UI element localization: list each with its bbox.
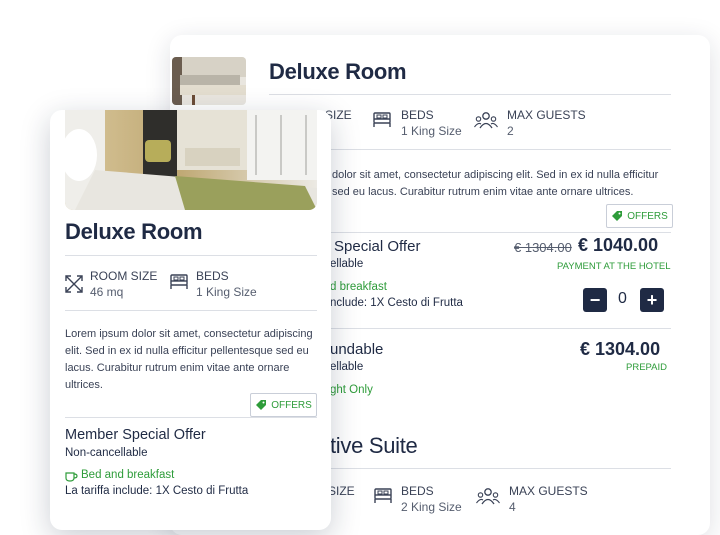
- beds-value: 1 King Size: [196, 285, 257, 299]
- payment-note: PREPAID: [626, 362, 668, 373]
- room-photo: [65, 110, 317, 210]
- room-title: Deluxe Room: [269, 59, 407, 84]
- room-title: tive Suite: [330, 433, 418, 458]
- bed-icon: [373, 487, 393, 505]
- coffee-cup-icon: [65, 470, 78, 482]
- room-size-value: 46 mq: [90, 285, 124, 299]
- offer-meal: Bed and breakfast: [81, 469, 175, 481]
- max-guests-label: MAX GUESTS: [509, 484, 588, 498]
- divider: [65, 310, 317, 311]
- room-photo: [172, 57, 246, 105]
- room-description: Lorem ipsum dolor sit amet, consectetur …: [65, 328, 313, 391]
- offer-policy: Non-cancellable: [65, 447, 148, 459]
- bed-icon: [372, 111, 392, 129]
- max-guests-value: 4: [509, 500, 516, 514]
- offer-includes: nclude: 1X Cesto di Frutta: [330, 297, 463, 309]
- offer-includes: La tariffa include: 1X Cesto di Frutta: [65, 485, 249, 497]
- max-guests-label: MAX GUESTS: [507, 108, 586, 122]
- guests-icon: [474, 111, 498, 131]
- offer-tag-icon: [611, 210, 623, 222]
- expand-arrows-icon: [64, 274, 84, 294]
- beds-label: BEDS: [196, 269, 229, 283]
- guests-icon: [476, 487, 500, 507]
- offer-name: undable: [330, 341, 384, 358]
- divider: [65, 417, 317, 418]
- front-room-card: Deluxe Room ROOM SIZE 46 mq BEDS 1 King …: [50, 110, 331, 530]
- minus-icon: −: [589, 290, 601, 310]
- increase-quantity-button[interactable]: +: [640, 288, 664, 312]
- beds-label: BEDS: [401, 108, 434, 122]
- room-title: Deluxe Room: [65, 219, 203, 244]
- bed-icon: [169, 273, 189, 291]
- offer-policy: ellable: [330, 361, 364, 373]
- current-price: € 1304.00: [580, 339, 661, 359]
- payment-note: PAYMENT AT THE HOTEL: [557, 261, 671, 272]
- room-description-line-1: dolor sit amet, consectetur adipiscing e…: [332, 169, 659, 181]
- offer-policy: ellable: [330, 258, 364, 270]
- decrease-quantity-button[interactable]: −: [583, 288, 607, 312]
- offers-button[interactable]: OFFERS: [250, 393, 317, 417]
- offer-meal: ght Only: [330, 384, 373, 396]
- divider: [65, 255, 317, 256]
- divider: [269, 94, 671, 95]
- room-size-label: ROOM SIZE: [90, 269, 158, 283]
- offers-label: OFFERS: [627, 210, 668, 222]
- beds-label: BEDS: [401, 484, 434, 498]
- beds-value: 1 King Size: [401, 124, 462, 138]
- offer-tag-icon: [255, 399, 267, 411]
- offer-name: Member Special Offer: [65, 427, 206, 443]
- room-size-label: SIZE: [328, 484, 355, 498]
- offers-label: OFFERS: [271, 399, 312, 411]
- offer-meal: d breakfast: [330, 281, 387, 293]
- current-price: € 1040.00: [578, 235, 659, 255]
- room-description-line-2: sed eu lacus. Curabitur rutrum enim vita…: [332, 186, 634, 198]
- quantity-value: 0: [618, 290, 627, 307]
- plus-icon: +: [646, 290, 658, 310]
- max-guests-value: 2: [507, 124, 514, 138]
- offers-button[interactable]: OFFERS: [606, 204, 673, 228]
- old-price: € 1304.00: [514, 240, 572, 255]
- offer-name: Special Offer: [334, 238, 421, 255]
- beds-value: 2 King Size: [401, 500, 462, 514]
